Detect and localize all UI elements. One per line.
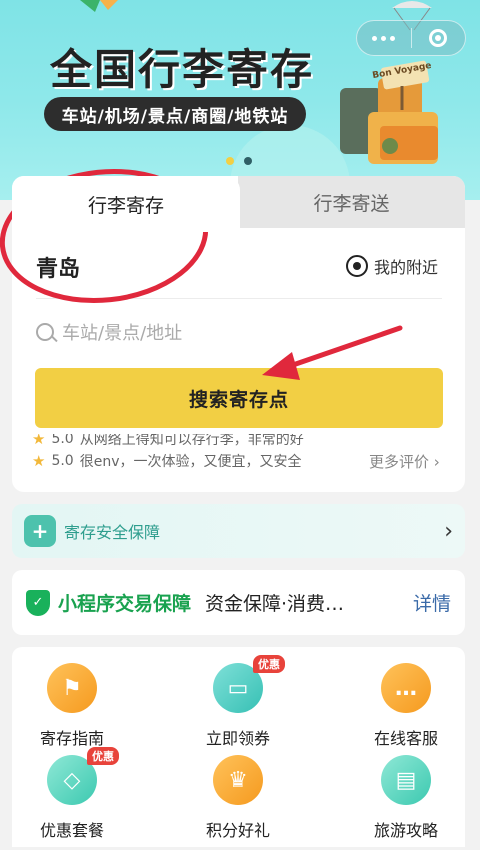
review-text: 很env，一次体验，又便宜，又安全 [79, 454, 302, 470]
discount-badge: 优惠 [87, 747, 119, 765]
nearby-button[interactable]: 我的附近 [346, 254, 438, 278]
service-label: 立即领券 [205, 729, 270, 748]
review-ticker: ★ 5.0 从网络上得知可以存行李，非常的好 ★ 5.0 很env，一次体验，又… [32, 434, 362, 480]
safety-label: 寄存安全保障 [64, 523, 161, 542]
shield-plus-icon: + [24, 515, 56, 547]
star-icon: ★ [32, 452, 46, 470]
locate-icon [346, 255, 368, 277]
storage-safety-banner[interactable]: + 寄存安全保障 › [12, 504, 465, 558]
banner-title: 全国行李寄存 [50, 45, 315, 94]
service-label: 积分好礼 [205, 821, 270, 840]
carousel-dot [244, 157, 252, 165]
chevron-right-icon: › [429, 453, 440, 471]
guarantee-title: 小程序交易保障 [58, 593, 192, 615]
service-label: 优惠套餐 [39, 821, 104, 840]
city-selector[interactable]: 青岛 [36, 251, 80, 283]
storage-search-card: 行李寄送 行李寄存 青岛 我的附近 车站/景点/地址 搜索寄存点 ★ 5.0 从… [12, 176, 465, 492]
guarantee-desc: 资金保障·消费… [205, 593, 345, 615]
miniprogram-capsule [356, 20, 466, 56]
service-label: 寄存指南 [39, 729, 104, 748]
service-label: 旅游攻略 [373, 821, 438, 840]
banner-subtitle: 车站/机场/景点/商圈/地铁站 [44, 97, 306, 131]
carousel-dot-active [226, 157, 234, 165]
service-storage-guide[interactable]: ⚑ 寄存指南 [12, 663, 132, 749]
guarantee-detail-link[interactable]: 详情 [413, 589, 451, 616]
star-icon: ★ [32, 434, 46, 448]
service-points-gifts[interactable]: ♛ 积分好礼 [178, 755, 298, 841]
ticket-icon: ▭ 优惠 [213, 655, 285, 713]
transaction-guarantee-bar[interactable]: ✓ 小程序交易保障 资金保障·消费… 详情 [12, 570, 465, 635]
more-reviews-label: 更多评价 [369, 453, 430, 471]
more-reviews-link[interactable]: 更多评价 › [369, 451, 440, 472]
discount-badge: 优惠 [253, 655, 285, 673]
service-discount-package[interactable]: ◇ 优惠 优惠套餐 [12, 747, 132, 841]
signpost-icon: ⚑ [47, 663, 97, 713]
service-claim-coupon[interactable]: ▭ 优惠 立即领券 [178, 655, 298, 749]
more-dots-icon[interactable] [357, 35, 411, 41]
divider [36, 298, 442, 299]
book-icon: ▤ [381, 755, 431, 805]
chat-icon: … [381, 663, 431, 713]
review-item: ★ 5.0 从网络上得知可以存行李，非常的好 [32, 434, 362, 450]
search-storage-button[interactable]: 搜索寄存点 [35, 368, 443, 428]
target-close-icon[interactable] [411, 29, 465, 47]
tab-luggage-delivery[interactable]: 行李寄送 [238, 176, 465, 228]
service-online-support[interactable]: … 在线客服 [346, 663, 466, 749]
service-grid: ⚑ 寄存指南 ▭ 优惠 立即领券 … 在线客服 ◇ 优惠 优惠套餐 ♛ 积分好礼… [12, 647, 465, 847]
search-placeholder: 车站/景点/地址 [62, 323, 183, 344]
tab-luggage-storage[interactable]: 行李寄存 [12, 176, 240, 232]
review-text: 从网络上得知可以存行李，非常的好 [79, 434, 304, 448]
search-icon [36, 323, 54, 341]
search-input[interactable]: 车站/景点/地址 [36, 319, 182, 345]
tag-icon: ◇ 优惠 [47, 747, 119, 805]
service-travel-guide[interactable]: ▤ 旅游攻略 [346, 755, 466, 841]
review-score: 5.0 [51, 434, 74, 447]
review-score: 5.0 [51, 453, 74, 469]
shield-check-icon: ✓ [26, 589, 50, 616]
crown-icon: ♛ [213, 755, 263, 805]
chevron-right-icon: › [444, 518, 453, 544]
carousel-indicator [226, 157, 252, 165]
service-label: 在线客服 [373, 729, 438, 748]
review-item: ★ 5.0 很env，一次体验，又便宜，又安全 [32, 450, 362, 472]
nearby-label: 我的附近 [374, 258, 439, 277]
